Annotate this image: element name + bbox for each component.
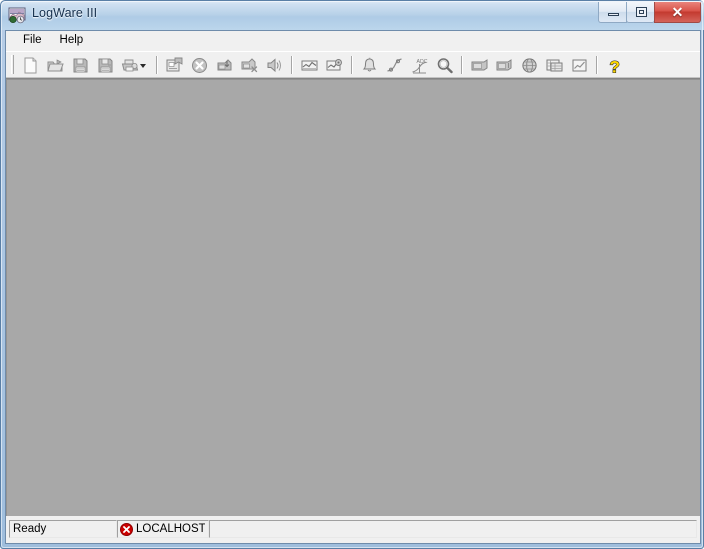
restore-icon (636, 7, 647, 17)
status-ready-panel: Ready (9, 520, 117, 538)
toolbar: ADC ? (6, 51, 700, 78)
status-connection-text: LOCALHOST:54 (136, 522, 205, 535)
chart-settings-icon[interactable] (323, 54, 346, 76)
speaker-icon[interactable] (263, 54, 286, 76)
device-config-icon[interactable] (493, 54, 516, 76)
menu-bar: File Help (6, 31, 700, 51)
status-panels: Ready LOCALHOST:54 (9, 520, 697, 538)
download-data-icon[interactable] (213, 54, 236, 76)
restore-button[interactable] (626, 2, 655, 23)
close-button[interactable]: ✕ (654, 2, 701, 23)
menu-file[interactable]: File (14, 32, 51, 50)
help-question-icon[interactable]: ? (603, 54, 626, 76)
toolbar-separator-4 (461, 55, 463, 74)
toolbar-separator-5 (596, 55, 598, 74)
status-filler-panel (209, 520, 697, 538)
alarm-bell-icon[interactable] (358, 54, 381, 76)
chart-view-icon[interactable] (298, 54, 321, 76)
minimize-icon (608, 13, 619, 16)
svg-text:?: ? (610, 57, 620, 76)
window-controls: ✕ (598, 2, 701, 24)
error-circle-icon (120, 522, 133, 536)
status-connection-panel: LOCALHOST:54 (117, 520, 209, 538)
status-ready-text: Ready (13, 522, 47, 535)
toolbar-separator-3 (351, 55, 353, 74)
save-icon[interactable] (69, 54, 92, 76)
window-title: LogWare III (32, 6, 98, 20)
edit-record-icon[interactable] (163, 54, 186, 76)
minimize-button[interactable] (598, 2, 627, 23)
report-check-icon[interactable] (568, 54, 591, 76)
list-table-icon[interactable] (543, 54, 566, 76)
menu-help[interactable]: Help (51, 32, 93, 50)
window-client-area: File Help ADC ? (5, 30, 701, 517)
mdi-client-area[interactable] (6, 78, 700, 516)
magnifier-icon[interactable] (433, 54, 456, 76)
delete-circle-icon[interactable] (188, 54, 211, 76)
calibration-curve-icon[interactable] (383, 54, 406, 76)
logware-app-icon[interactable] (8, 6, 26, 24)
clear-data-icon[interactable] (238, 54, 261, 76)
print-dropdown-icon[interactable] (119, 54, 151, 76)
globe-icon[interactable] (518, 54, 541, 76)
toolbar-separator-2 (291, 55, 293, 74)
title-bar[interactable]: LogWare III ✕ (1, 1, 704, 30)
open-folder-icon[interactable] (44, 54, 67, 76)
toolbar-separator-1 (156, 55, 158, 74)
new-document-icon[interactable] (19, 54, 42, 76)
toolbar-grip[interactable] (11, 55, 14, 74)
application-window: LogWare III ✕ File Help ADC ? Ready LOCA… (0, 0, 704, 549)
mdi-inner-shadow (6, 79, 700, 516)
adc-curve-icon[interactable]: ADC (408, 54, 431, 76)
close-icon: ✕ (671, 4, 684, 20)
save-as-icon[interactable] (94, 54, 117, 76)
status-bar: Ready LOCALHOST:54 (5, 517, 701, 544)
device-icon[interactable] (468, 54, 491, 76)
